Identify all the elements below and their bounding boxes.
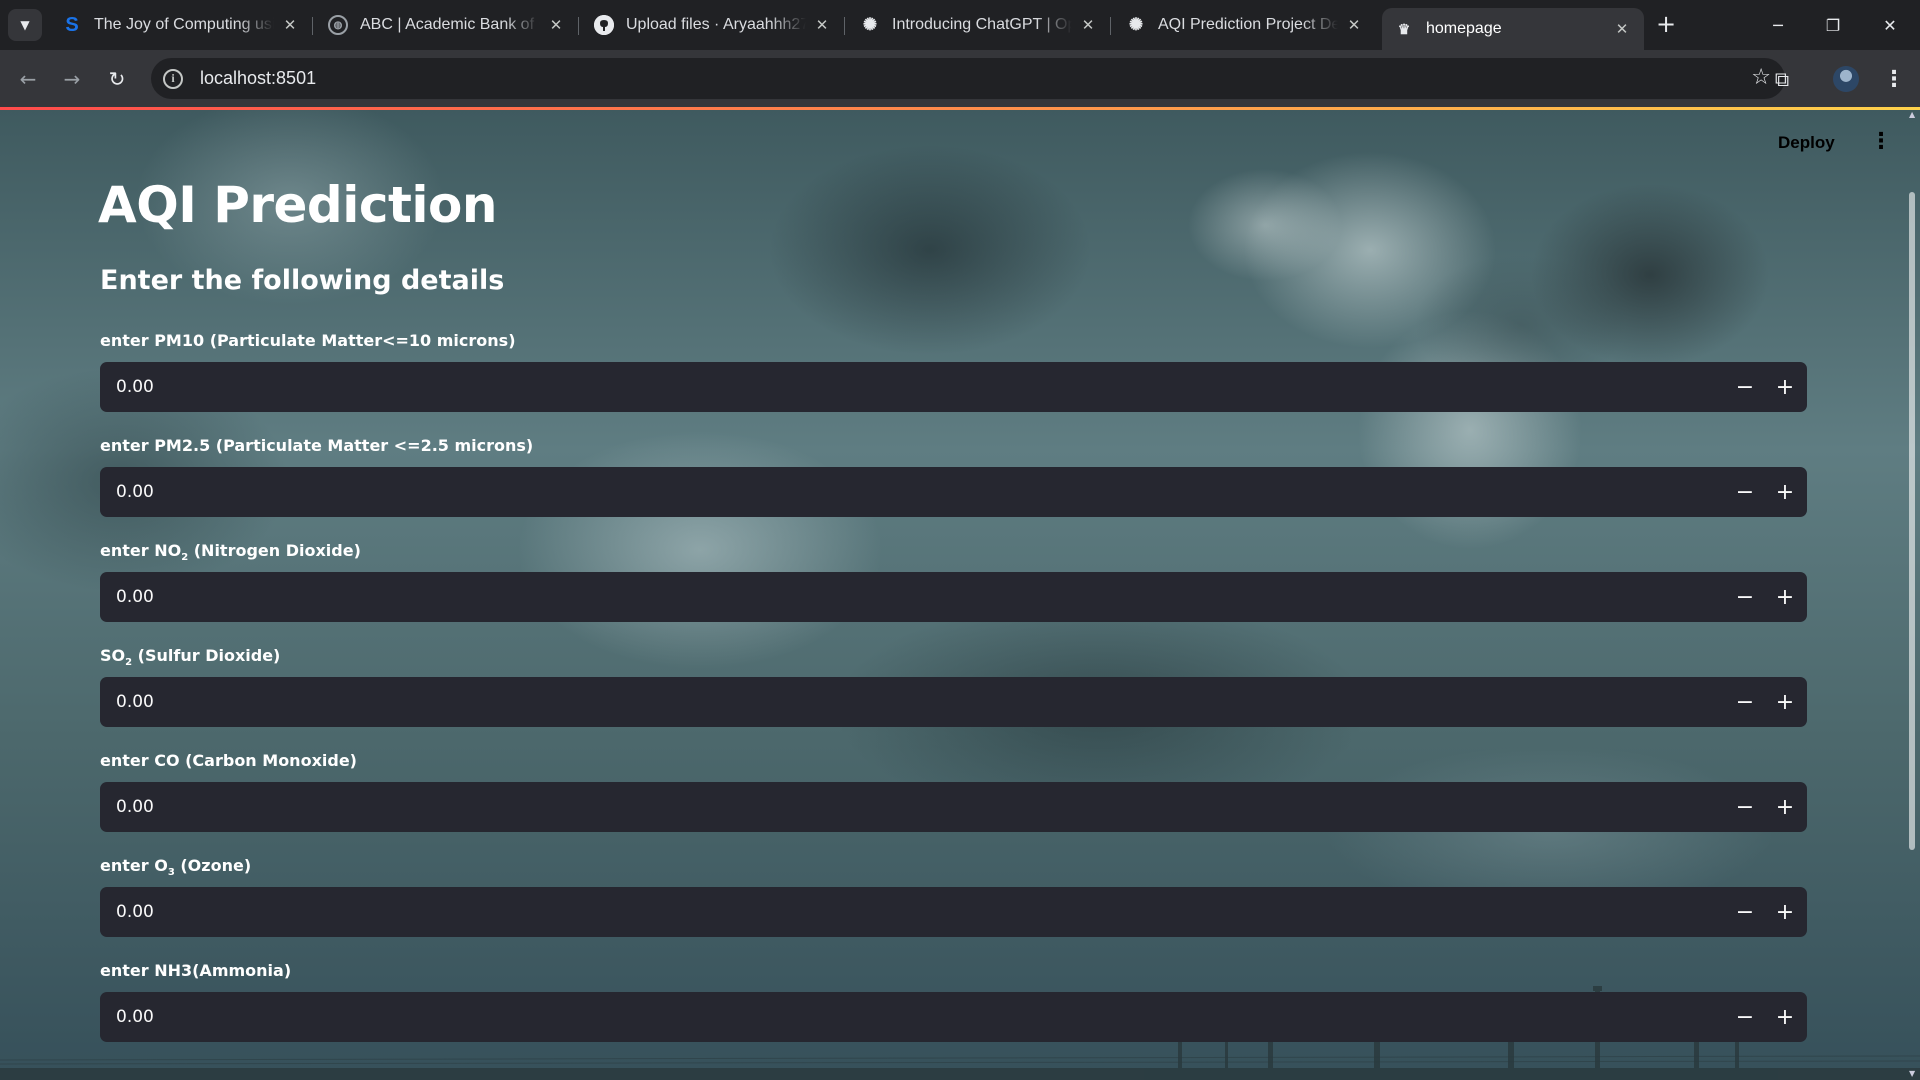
openai-icon: ✺ [1128,15,1144,34]
pm25-number-input: − + [100,467,1807,517]
github-icon [594,15,614,35]
co-number-input: − + [100,782,1807,832]
url-text[interactable]: localhost:8501 [200,68,316,89]
nh3-field[interactable] [100,992,1725,1042]
back-arrow-icon[interactable]: ← [12,63,44,95]
o3-increment-button[interactable]: + [1765,887,1805,937]
profile-avatar[interactable] [1833,66,1859,92]
pm25-field[interactable] [100,467,1725,517]
address-bar[interactable]: i localhost:8501 ☆ [151,58,1785,99]
pm10-field[interactable] [100,362,1725,412]
browser-toolbar: ← → ↻ i localhost:8501 ☆ ⧉ ⋮ [0,50,1920,107]
scroll-down-arrow-icon[interactable]: ▼ [1909,1069,1915,1078]
so2-decrement-button[interactable]: − [1725,677,1765,727]
tab-separator [844,17,845,35]
tab-close-icon[interactable]: ✕ [280,16,300,34]
so2-increment-button[interactable]: + [1765,677,1805,727]
pm10-decrement-button[interactable]: − [1725,362,1765,412]
tab-close-icon[interactable]: ✕ [1344,16,1364,34]
tab-separator [312,17,313,35]
tab-close-icon[interactable]: ✕ [812,16,832,34]
swayam-logo-icon: S [65,13,79,36]
tab-title: The Joy of Computing usin [94,16,274,33]
extensions-puzzle-icon[interactable]: ⧉ [1766,63,1798,95]
scrollbar-thumb[interactable] [1909,192,1915,850]
o3-field[interactable] [100,887,1725,937]
minimize-icon[interactable]: ─ [1758,10,1798,40]
tab-title: AQI Prediction Project Des [1158,16,1338,33]
no2-number-input: − + [100,572,1807,622]
app-viewport: Deploy ⋮ ▲ ▼ AQI Prediction Enter the fo… [0,110,1920,1080]
o3-decrement-button[interactable]: − [1725,887,1765,937]
pm25-increment-button[interactable]: + [1765,467,1805,517]
o3-label-suffix: (Ozone) [174,856,252,875]
o3-label: enter O3 (Ozone) [100,856,251,878]
nh3-number-input: − + [100,992,1807,1042]
scroll-up-arrow-icon[interactable]: ▲ [1909,110,1915,119]
main-menu-icon[interactable]: ⋮ [1870,128,1892,156]
pm25-decrement-button[interactable]: − [1725,467,1765,517]
nh3-label: enter NH3(Ammonia) [100,961,292,980]
browser-tab[interactable]: Upload files · Aryaahhh27/ ✕ [582,8,845,42]
browser-tab[interactable]: S The Joy of Computing usin ✕ [50,8,313,42]
tab-close-icon[interactable]: ✕ [1078,16,1098,34]
co-decrement-button[interactable]: − [1725,782,1765,832]
so2-label-text: SO [100,646,126,665]
o3-number-input: − + [100,887,1807,937]
browser-tab-strip: ▼ S The Joy of Computing usin ✕ ◍ ABC | … [0,0,1920,50]
site-info-icon[interactable]: i [163,68,183,89]
no2-label: enter NO2 (Nitrogen Dioxide) [100,541,361,563]
tab-title: Upload files · Aryaahhh27/ [626,16,806,33]
no2-field[interactable] [100,572,1725,622]
streamlit-crown-icon: ♛ [1397,20,1411,37]
tab-title: homepage [1426,20,1502,37]
co-increment-button[interactable]: + [1765,782,1805,832]
deploy-button[interactable]: Deploy [1778,133,1835,153]
so2-number-input: − + [100,677,1807,727]
pm25-label: enter PM2.5 (Particulate Matter <=2.5 mi… [100,436,534,455]
o3-label-subscript: 3 [167,867,175,879]
no2-decrement-button[interactable]: − [1725,572,1765,622]
browser-tab[interactable]: ✺ Introducing ChatGPT | Ope ✕ [848,8,1111,42]
so2-field[interactable] [100,677,1725,727]
tab-close-icon[interactable]: ✕ [1612,20,1632,38]
browser-tab[interactable]: ◍ ABC | Academic Bank of Cr ✕ [316,8,579,42]
new-tab-plus-icon[interactable]: + [1652,11,1680,39]
openai-icon: ✺ [862,15,878,34]
tab-separator [578,17,579,35]
restore-icon[interactable]: ❐ [1813,10,1853,40]
chrome-menu-icon[interactable]: ⋮ [1878,63,1910,95]
page-title: AQI Prediction [98,176,497,234]
so2-label: SO2 (Sulfur Dioxide) [100,646,280,668]
nh3-decrement-button[interactable]: − [1725,992,1765,1042]
co-field[interactable] [100,782,1725,832]
co-label: enter CO (Carbon Monoxide) [100,751,357,770]
pm10-label: enter PM10 (Particulate Matter<=10 micro… [100,331,516,350]
close-window-icon[interactable]: ✕ [1870,10,1910,40]
no2-increment-button[interactable]: + [1765,572,1805,622]
so2-label-suffix: (Sulfur Dioxide) [132,646,281,665]
globe-icon: ◍ [328,15,348,35]
pm10-number-input: − + [100,362,1807,412]
forward-arrow-icon[interactable]: → [56,63,88,95]
no2-label-text: enter NO [100,541,182,560]
form-subheader: Enter the following details [100,265,505,296]
pm10-increment-button[interactable]: + [1765,362,1805,412]
reload-icon[interactable]: ↻ [101,63,133,95]
tab-title: Introducing ChatGPT | Ope [892,16,1072,33]
browser-tab[interactable]: ✺ AQI Prediction Project Des ✕ [1114,8,1376,42]
tab-separator [1110,17,1111,35]
tab-search-chevron-icon[interactable]: ▼ [8,9,42,41]
o3-label-text: enter O [100,856,168,875]
tab-close-icon[interactable]: ✕ [546,16,566,34]
nh3-increment-button[interactable]: + [1765,992,1805,1042]
no2-label-suffix: (Nitrogen Dioxide) [188,541,361,560]
tab-title: ABC | Academic Bank of Cr [360,16,540,33]
browser-tab-active[interactable]: ♛ homepage ✕ [1382,8,1644,50]
